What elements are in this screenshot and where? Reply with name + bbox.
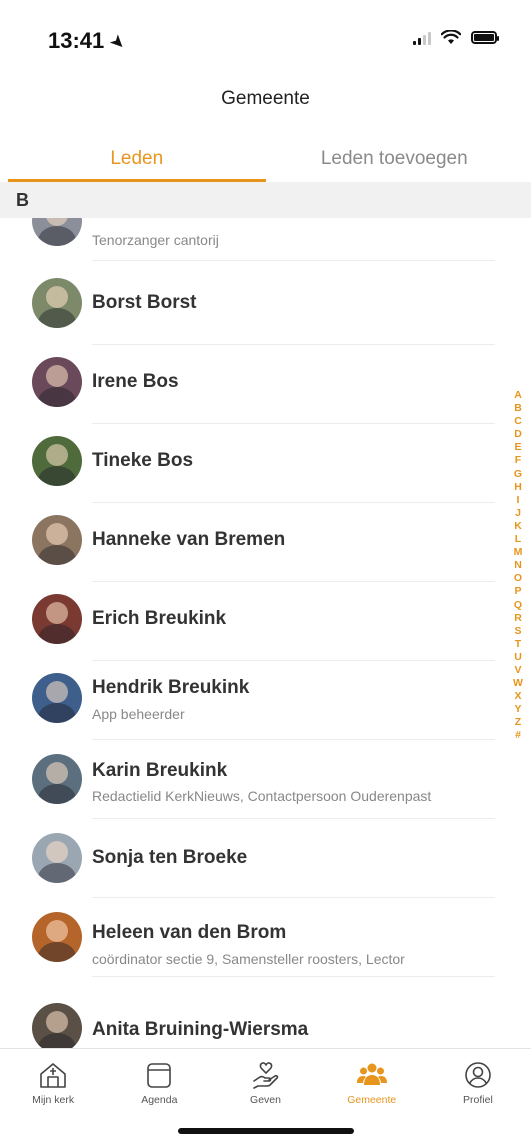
alphabet-index-letter[interactable]: Q [514, 599, 522, 612]
member-row[interactable]: Tineke Bos [0, 424, 495, 503]
home-indicator [178, 1128, 354, 1134]
alphabet-index-letter[interactable]: K [514, 520, 522, 533]
member-name: Irene Bos [92, 371, 179, 392]
profile-icon [465, 1062, 491, 1088]
member-name: Hendrik Breukink [92, 677, 250, 698]
alphabet-index-letter[interactable]: V [514, 664, 521, 677]
bottom-tab-bar: Mijn kerk Agenda Geven Gemeente Profiel [0, 1048, 531, 1140]
alphabet-index-letter[interactable]: L [515, 533, 521, 546]
member-name: Heleen van den Brom [92, 922, 287, 943]
member-name: Anita Bruining-Wiersma [92, 1019, 309, 1040]
member-row[interactable]: Hendrik Breukink App beheerder [0, 661, 495, 740]
tab-leden-toevoegen[interactable]: Leden toevoegen [266, 142, 524, 182]
tab-label: Gemeente [347, 1094, 397, 1106]
alphabet-index-letter[interactable]: C [514, 415, 522, 428]
tab-label: Profiel [463, 1094, 493, 1106]
member-name: Karin Breukink [92, 760, 228, 781]
member-row[interactable]: Heleen van den Brom coördinator sectie 9… [0, 898, 495, 977]
member-list: Tenorzanger cantorij Borst Borst Irene B… [0, 218, 495, 1048]
cellular-signal-icon [413, 31, 431, 45]
alphabet-index-letter[interactable]: X [514, 690, 521, 703]
member-row[interactable]: Anita Bruining-Wiersma [0, 977, 495, 1048]
alphabet-index-letter[interactable]: Y [514, 703, 521, 716]
alphabet-index-letter[interactable]: S [514, 625, 521, 638]
member-row[interactable]: Karin Breukink Redactielid KerkNieuws, C… [0, 740, 495, 819]
tab-leden[interactable]: Leden [8, 142, 266, 182]
tab-label: Mijn kerk [32, 1094, 75, 1106]
member-row[interactable]: Hanneke van Bremen [0, 503, 495, 582]
avatar [32, 357, 82, 407]
alphabet-index-letter[interactable]: E [514, 441, 521, 454]
alphabet-index-letter[interactable]: T [515, 638, 521, 651]
avatar [32, 278, 82, 328]
alphabet-index-letter[interactable]: R [514, 612, 522, 625]
member-row[interactable]: Sonja ten Broeke [0, 819, 495, 898]
status-icons [413, 30, 499, 45]
tab-mijn-kerk[interactable]: Mijn kerk [0, 1049, 106, 1113]
member-subtitle: Tenorzanger cantorij [92, 232, 219, 248]
alphabet-index-letter[interactable]: D [514, 428, 522, 441]
avatar [32, 833, 82, 883]
tab-gemeente[interactable]: Gemeente [319, 1049, 425, 1113]
alphabet-index-letter[interactable]: J [515, 507, 521, 520]
section-header-letter: B [0, 182, 531, 218]
member-subtitle: Redactielid KerkNieuws, Contactpersoon O… [92, 788, 432, 804]
calendar-icon [147, 1063, 172, 1088]
member-row[interactable]: Erich Breukink [0, 582, 495, 661]
alphabet-index-letter[interactable]: N [514, 559, 522, 572]
member-name: Borst Borst [92, 292, 197, 313]
avatar [32, 436, 82, 486]
avatar [32, 218, 82, 246]
segment-tabs: Leden Leden toevoegen [8, 142, 523, 182]
tab-agenda[interactable]: Agenda [106, 1049, 212, 1113]
alphabet-index-letter[interactable]: M [514, 546, 523, 559]
member-name: Hanneke van Bremen [92, 529, 286, 550]
alphabet-index-letter[interactable]: W [513, 677, 523, 690]
tab-label: Geven [250, 1094, 281, 1106]
alphabet-index-letter[interactable]: G [514, 468, 522, 481]
alphabet-index-letter[interactable]: F [515, 454, 521, 467]
alphabet-index-letter[interactable]: U [514, 651, 522, 664]
alphabet-index-letter[interactable]: A [514, 389, 522, 402]
wifi-icon [441, 30, 461, 44]
status-time: 13:41➤ [48, 28, 131, 55]
alphabet-index-letter[interactable]: I [517, 494, 520, 507]
member-row[interactable]: Tenorzanger cantorij [0, 218, 495, 261]
tab-profiel[interactable]: Profiel [425, 1049, 531, 1113]
status-time-text: 13:41 [48, 28, 105, 53]
battery-icon [471, 31, 499, 44]
alphabet-index-letter[interactable]: B [514, 402, 522, 415]
alphabet-index-letter[interactable]: Z [515, 716, 521, 729]
member-name: Tineke Bos [92, 450, 194, 471]
row-divider [92, 260, 495, 261]
location-arrow-icon: ➤ [105, 29, 131, 55]
tab-label: Agenda [141, 1094, 178, 1106]
avatar [32, 912, 82, 962]
page-title: Gemeente [221, 88, 310, 109]
member-name: Sonja ten Broeke [92, 847, 248, 868]
church-icon [40, 1063, 66, 1088]
member-row[interactable]: Borst Borst [0, 266, 495, 345]
member-row[interactable]: Irene Bos [0, 345, 495, 424]
alphabet-index-letter[interactable]: O [514, 572, 522, 585]
avatar [32, 673, 82, 723]
status-bar: 13:41➤ [0, 0, 531, 80]
alphabet-index-letter[interactable]: H [514, 481, 522, 494]
tab-geven[interactable]: Geven [212, 1049, 318, 1113]
avatar [32, 1003, 82, 1048]
member-subtitle: coördinator sectie 9, Samensteller roost… [92, 951, 405, 967]
avatar [32, 754, 82, 804]
alphabet-index: A B C D E F G H I J K L M N O P Q R S T U V W X Y Z # [511, 389, 525, 743]
avatar [32, 594, 82, 644]
member-subtitle: App beheerder [92, 706, 185, 722]
alphabet-index-letter[interactable]: # [515, 729, 521, 742]
people-icon [356, 1063, 387, 1085]
avatar [32, 515, 82, 565]
alphabet-index-letter[interactable]: P [514, 585, 521, 598]
giving-hand-icon [252, 1062, 278, 1089]
member-name: Erich Breukink [92, 608, 227, 629]
